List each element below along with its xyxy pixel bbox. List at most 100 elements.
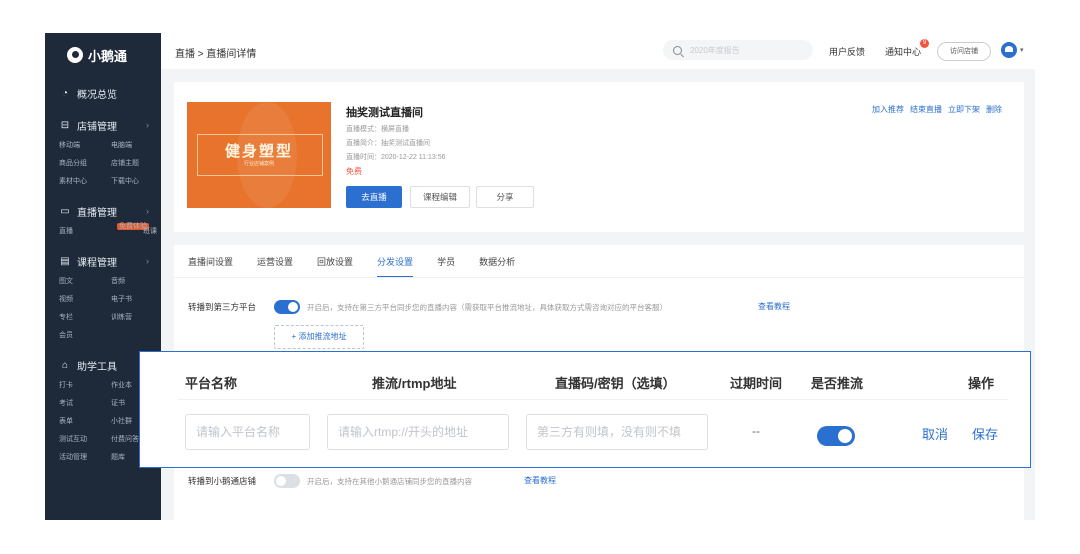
sidebar-group-store[interactable]: ⊟ 店铺管理 › — [45, 113, 161, 137]
sidebar-item-store-theme[interactable]: 店铺主题 — [111, 155, 163, 173]
avatar[interactable] — [1001, 42, 1017, 58]
visit-store-button[interactable]: 访问店铺 — [937, 42, 991, 61]
sidebar-item-pc[interactable]: 电脑端 — [111, 137, 163, 155]
graduation-icon: ⌂ — [61, 359, 69, 371]
sidebar-group-live[interactable]: ▭ 直播管理 › — [45, 199, 161, 223]
end-live-link[interactable]: 结束直播 — [910, 104, 942, 115]
edit-course-button[interactable]: 课程编辑 — [410, 186, 470, 208]
notification-center[interactable]: 通知中心 9 — [885, 39, 930, 58]
sidebar-item-class[interactable]: 免费体验班课 — [111, 223, 163, 241]
platform-name-input[interactable] — [185, 414, 310, 450]
sidebar-item-label: 概况总览 — [77, 89, 117, 101]
xet-store-hint: 开启后，支持在其他小鹅通店铺同步您的直播内容 — [307, 477, 472, 486]
sidebar-item-checkin[interactable]: 打卡 — [59, 377, 111, 395]
live-title: 抽奖测试直播间 — [346, 107, 423, 119]
tab-students[interactable]: 学员 — [437, 255, 455, 278]
logo-icon — [67, 47, 83, 63]
tabs-divider — [174, 277, 1024, 278]
xet-store-toggle[interactable] — [274, 474, 300, 488]
header-push-enabled: 是否推流 — [811, 376, 864, 391]
sidebar-item-activity[interactable]: 活动管理 — [59, 449, 111, 467]
header-platform-name: 平台名称 — [185, 376, 238, 391]
video-icon: ▭ — [60, 205, 70, 217]
tab-operation-settings[interactable]: 运营设置 — [257, 255, 293, 278]
header-expire-time: 过期时间 — [730, 376, 783, 391]
logo[interactable]: 小鹅通 — [45, 33, 161, 77]
table-divider — [178, 399, 1008, 400]
breadcrumb[interactable]: 直播 > 直播间详情 — [175, 45, 256, 60]
cover-title: 健身塑型 — [224, 143, 293, 160]
sidebar-item-member[interactable]: 会员 — [59, 327, 111, 345]
push-url-table: 平台名称 推流/rtmp地址 直播码/密钥（选填） 过期时间 是否推流 操作 -… — [139, 351, 1031, 468]
go-live-button[interactable]: 去直播 — [346, 186, 402, 208]
live-cover-image[interactable]: 健身塑型 行业店铺案例 — [187, 102, 331, 208]
share-button[interactable]: 分享 — [476, 186, 534, 208]
logo-text: 小鹅通 — [88, 48, 128, 64]
sidebar-item-materials[interactable]: 素材中心 — [59, 173, 111, 191]
sidebar-item-exam[interactable]: 考试 — [59, 395, 111, 413]
sidebar-group-label: 店铺管理 — [77, 121, 117, 133]
tab-live-settings[interactable]: 直播间设置 — [188, 255, 233, 278]
chevron-right-icon: › — [146, 206, 149, 216]
card-actions: 加入推荐 结束直播 立即下架 删除 — [872, 104, 1002, 115]
chevron-right-icon: › — [146, 120, 149, 130]
tab-distribution-settings[interactable]: 分发设置 — [377, 255, 414, 278]
sidebar-item-mobile[interactable]: 移动端 — [59, 137, 111, 155]
pie-chart-icon: ◔ — [61, 87, 69, 99]
caret-down-icon[interactable]: ▾ — [1020, 46, 1024, 54]
sidebar-item-overview[interactable]: ◔ 概况总览 — [45, 81, 161, 105]
xet-store-tutorial-link[interactable]: 查看教程 — [524, 475, 556, 486]
notification-badge: 9 — [920, 39, 930, 48]
sidebar-item-downloads[interactable]: 下载中心 — [111, 173, 163, 191]
third-party-label: 转播到第三方平台 — [188, 302, 257, 312]
sidebar-item-quiz[interactable]: 测试互动 — [59, 431, 111, 449]
sidebar-group-label: 直播管理 — [77, 207, 117, 219]
notification-label: 通知中心 — [885, 47, 922, 57]
live-mode: 直播模式：横屏直播 — [346, 126, 409, 133]
store-icon: ⊟ — [60, 119, 70, 131]
third-party-toggle[interactable] — [274, 300, 300, 314]
sidebar-item-article[interactable]: 图文 — [59, 273, 111, 291]
live-intro: 直播简介：抽奖测试直播间 — [346, 140, 430, 147]
sidebar-item-column[interactable]: 专栏 — [59, 309, 111, 327]
add-push-url-button[interactable]: + 添加推流地址 — [274, 325, 364, 349]
sidebar-item-ebook[interactable]: 电子书 — [111, 291, 163, 309]
search-placeholder: 2020年度报告 — [690, 45, 740, 55]
settings-tabs: 直播间设置 运营设置 回放设置 分发设置 学员 数据分析 — [188, 255, 539, 278]
sidebar-item-live[interactable]: 直播 — [59, 223, 111, 241]
sidebar-item-label: 班课 — [143, 228, 157, 235]
header-actions: 操作 — [968, 376, 995, 391]
sidebar-item-product-group[interactable]: 商品分组 — [59, 155, 111, 173]
live-time: 直播时间：2020-12-22 11:13:56 — [346, 154, 446, 161]
header-stream-key: 直播码/密钥（选填） — [555, 376, 676, 391]
live-info-card: 健身塑型 行业店铺案例 抽奖测试直播间 直播模式：横屏直播 直播简介：抽奖测试直… — [174, 82, 1024, 232]
sidebar-item-video[interactable]: 视频 — [59, 291, 111, 309]
push-enabled-toggle[interactable] — [817, 426, 855, 446]
sidebar-group-label: 课程管理 — [77, 257, 117, 269]
chevron-right-icon: › — [146, 256, 149, 266]
xet-store-label: 转播到小鹅通店铺 — [188, 476, 257, 486]
search-input[interactable]: 2020年度报告 — [663, 40, 813, 60]
third-party-tutorial-link[interactable]: 查看教程 — [758, 301, 790, 312]
sidebar-item-audio[interactable]: 音频 — [111, 273, 163, 291]
third-party-hint: 开启后，支持在第三方平台同步您的直播内容（需获取平台推流地址，具体获取方式需咨询… — [307, 303, 667, 312]
book-icon: ▤ — [60, 255, 70, 267]
tab-playback-settings[interactable]: 回放设置 — [317, 255, 353, 278]
live-price: 免费 — [346, 167, 362, 176]
save-button[interactable]: 保存 — [972, 424, 998, 443]
add-recommend-link[interactable]: 加入推荐 — [872, 104, 904, 115]
top-bar: 直播 > 直播间详情 2020年度报告 用户反馈 通知中心 9 访问店铺 ▾ — [161, 33, 1035, 70]
feedback-link[interactable]: 用户反馈 — [829, 45, 865, 58]
cover-subtitle: 行业店铺案例 — [243, 161, 274, 167]
sidebar-item-camp[interactable]: 训练营 — [111, 309, 163, 327]
take-down-link[interactable]: 立即下架 — [948, 104, 980, 115]
tab-data-analysis[interactable]: 数据分析 — [479, 255, 515, 278]
rtmp-url-input[interactable] — [327, 414, 509, 450]
expire-time-value: -- — [752, 424, 760, 438]
delete-link[interactable]: 删除 — [986, 104, 1002, 115]
cancel-button[interactable]: 取消 — [922, 424, 948, 443]
stream-key-input[interactable] — [526, 414, 708, 450]
sidebar-group-course[interactable]: ▤ 课程管理 › — [45, 249, 161, 273]
sidebar-item-form[interactable]: 表单 — [59, 413, 111, 431]
search-icon — [673, 45, 682, 55]
